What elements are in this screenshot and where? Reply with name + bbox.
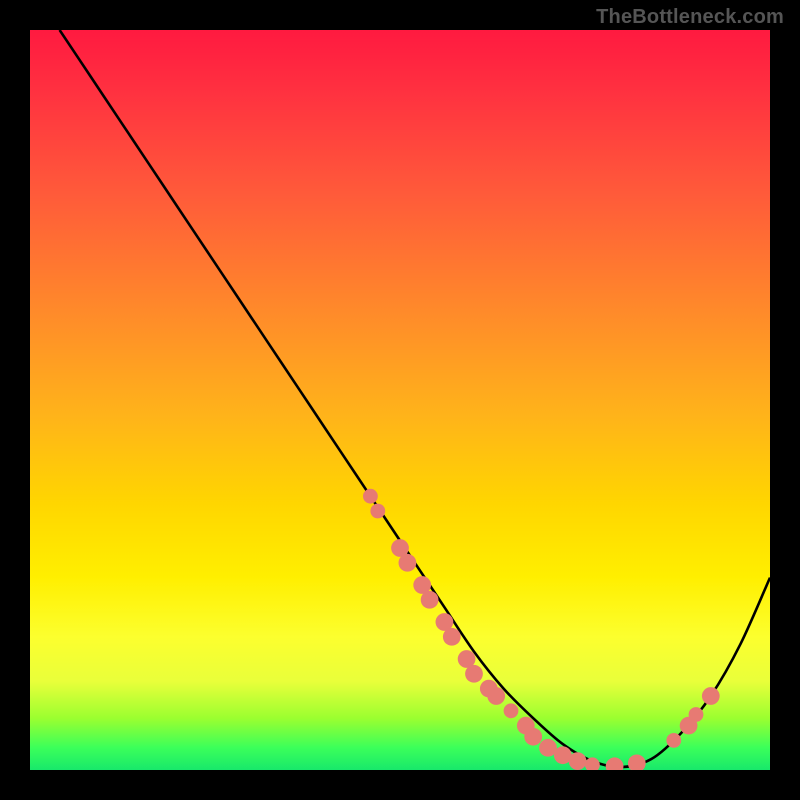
- curve-markers: [363, 489, 720, 770]
- curve-marker: [689, 707, 704, 722]
- curve-marker: [524, 728, 542, 746]
- curve-marker: [487, 687, 505, 705]
- curve-marker: [606, 757, 624, 770]
- curve-marker: [443, 628, 461, 646]
- curve-marker: [702, 687, 720, 705]
- curve-marker: [370, 504, 385, 519]
- curve-marker: [504, 703, 519, 718]
- curve-marker: [421, 591, 439, 609]
- curve-marker: [666, 733, 681, 748]
- bottleneck-curve-path: [60, 30, 770, 767]
- bottleneck-curve-svg: [30, 30, 770, 770]
- plot-area: [30, 30, 770, 770]
- curve-marker: [363, 489, 378, 504]
- chart-frame: TheBottleneck.com: [0, 0, 800, 800]
- curve-marker: [628, 754, 646, 770]
- watermark-text: TheBottleneck.com: [596, 6, 784, 29]
- curve-marker: [465, 665, 483, 683]
- curve-marker: [569, 752, 587, 770]
- curve-marker: [399, 554, 417, 572]
